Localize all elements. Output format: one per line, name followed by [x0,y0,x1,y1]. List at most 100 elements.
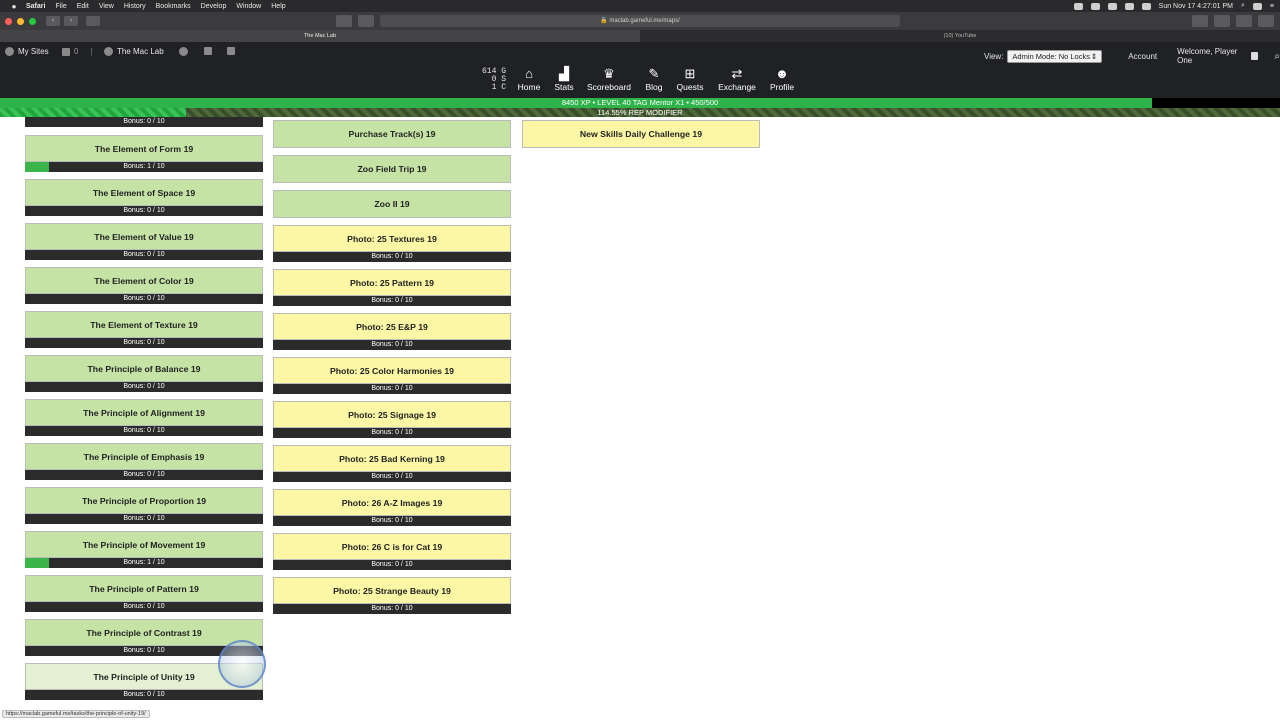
share-icon[interactable] [336,15,352,27]
quest-bonus-bar: Bonus: 0 / 10 [25,338,263,348]
my-sites-link[interactable]: My Sites [5,47,49,56]
copper-count: 1 C [491,83,506,92]
quest-bonus-text: Bonus: 0 / 10 [371,517,413,524]
quest-card[interactable]: The Principle of Balance 19 Bonus: 0 / 10 [25,355,263,392]
welcome-text[interactable]: Welcome, Player One [1177,47,1247,65]
quest-card[interactable]: Zoo II 19 [273,190,511,218]
quest-card[interactable]: Photo: 25 Strange Beauty 19 Bonus: 0 / 10 [273,577,511,614]
site-name-link[interactable]: The Mac Lab [104,47,164,56]
quest-card[interactable]: The Element of Texture 19 Bonus: 0 / 10 [25,311,263,348]
share-icon[interactable] [1236,15,1252,27]
quest-bonus-bar: Bonus: 0 / 10 [25,250,263,260]
close-window-icon[interactable] [5,17,12,25]
quest-title: The Principle of Alignment 19 [25,399,263,426]
status-icon[interactable] [1090,2,1100,10]
quest-card[interactable]: Photo: 25 Signage 19 Bonus: 0 / 10 [273,401,511,438]
quest-bonus-bar: Bonus: 0 / 10 [25,117,263,127]
menu-view[interactable]: View [99,3,114,10]
menu-edit[interactable]: Edit [77,3,89,10]
menu-file[interactable]: File [55,3,66,10]
nav-exchange-label: Exchange [718,82,756,92]
search-icon[interactable]: ⌕ [1274,51,1280,62]
forward-button[interactable]: › [64,16,78,26]
tab-the-mac-lab[interactable]: The Mac Lab [0,30,640,42]
nav-profile[interactable]: ☻ Profile [758,66,806,92]
quest-bonus-bar: Bonus: 0 / 10 [25,382,263,392]
quest-card[interactable]: Photo: 25 E&P 19 Bonus: 0 / 10 [273,313,511,350]
new-tab-icon[interactable] [1258,15,1274,27]
quest-bonus-text: Bonus: 0 / 10 [123,295,165,302]
quest-card[interactable]: Photo: 25 Color Harmonies 19 Bonus: 0 / 1… [273,357,511,394]
quest-title: The Principle of Movement 19 [25,531,263,558]
spotlight-icon[interactable]: ⌕ [1241,2,1245,10]
account-link[interactable]: Account [1128,52,1157,61]
menu-bookmarks[interactable]: Bookmarks [156,3,191,10]
control-center-icon[interactable]: ≡ [1270,3,1274,10]
quest-card[interactable]: The Principle of Alignment 19 Bonus: 0 / … [25,399,263,436]
quest-card[interactable]: Photo: 26 A-Z Images 19 Bonus: 0 / 10 [273,489,511,526]
back-button[interactable]: ‹ [46,16,60,26]
battery-icon[interactable] [1141,2,1151,10]
nav-stats[interactable]: ▟ Stats [540,66,588,92]
quest-card[interactable]: New Skills Daily Challenge 19 [522,120,760,148]
wordpress-icon [5,47,14,56]
quest-card[interactable]: The Principle of Proportion 19 Bonus: 0 /… [25,487,263,524]
nav-scoreboard[interactable]: ♛ Scoreboard [585,66,633,92]
quest-bonus-bar: Bonus: 0 / 10 [273,296,511,306]
zoom-window-icon[interactable] [29,17,36,25]
quest-card[interactable]: Photo: 26 C is for Cat 19 Bonus: 0 / 10 [273,533,511,570]
quest-title: Photo: 25 Color Harmonies 19 [273,357,511,384]
menubar-clock[interactable]: Sun Nov 17 4:27:01 PM [1159,3,1233,10]
quest-title: Photo: 25 Signage 19 [273,401,511,428]
quest-bonus-text: Bonus: 1 / 10 [123,163,165,170]
user-icon[interactable] [1252,2,1262,10]
extension-icon[interactable] [358,15,374,27]
quest-card[interactable]: The Element of Color 19 Bonus: 0 / 10 [25,267,263,304]
quest-bonus-bar: Bonus: 0 / 10 [273,604,511,614]
minimize-window-icon[interactable] [17,17,24,25]
add-new-icon[interactable] [179,47,188,56]
quest-card[interactable]: Purchase Track(s) 19 [273,120,511,148]
quest-card[interactable]: The Principle of Pattern 19 Bonus: 0 / 10 [25,575,263,612]
quest-card[interactable]: Photo: 25 Pattern 19 Bonus: 0 / 10 [273,269,511,306]
quest-card[interactable]: The Principle of Movement 19 Bonus: 1 / 1… [25,531,263,568]
menu-app-name[interactable]: Safari [26,3,45,10]
quest-column-2: Purchase Track(s) 19 Zoo Field Trip 19 Z… [273,120,511,621]
menu-develop[interactable]: Develop [201,3,227,10]
quest-bonus-text: Bonus: 0 / 10 [371,561,413,568]
wifi-icon[interactable] [1107,2,1117,10]
download-icon[interactable] [1214,15,1230,27]
quest-card[interactable]: Photo: 25 Textures 19 Bonus: 0 / 10 [273,225,511,262]
quest-card[interactable]: The Principle of Emphasis 19 Bonus: 0 / 1… [25,443,263,480]
menu-window[interactable]: Window [236,3,261,10]
extension-icon[interactable] [1192,15,1208,27]
quest-card[interactable]: The Element of Space 19 Bonus: 0 / 10 [25,179,263,216]
tab-youtube[interactable]: (10) YouTube [640,30,1280,42]
menu-history[interactable]: History [124,3,146,10]
quest-bonus-text: Bonus: 0 / 10 [123,603,165,610]
quest-card[interactable]: The Element of Form 19 Bonus: 1 / 10 [25,135,263,172]
nav-exchange[interactable]: ⇄ Exchange [713,66,761,92]
click-cursor-indicator [218,640,266,688]
status-icon[interactable] [1073,2,1083,10]
xp-progress-bar: 8450 XP • LEVEL 40 TAG Mentor X1 • 450/5… [0,98,1280,108]
apple-icon[interactable]: ● [8,2,20,11]
quest-title: Photo: 26 A-Z Images 19 [273,489,511,516]
announcement-icon[interactable] [204,47,212,55]
quest-card[interactable]: Photo: 25 Bad Kerning 19 Bonus: 0 / 10 [273,445,511,482]
quest-bonus-bar: Bonus: 0 / 10 [273,428,511,438]
quest-card[interactable]: Zoo Field Trip 19 [273,155,511,183]
view-mode-select[interactable]: Admin Mode: No Locks ⇕ [1007,49,1103,63]
volume-icon[interactable] [1124,2,1134,10]
quest-card[interactable]: The Element of Value 19 Bonus: 0 / 10 [25,223,263,260]
comments-link[interactable]: 0 | [62,47,93,56]
nav-quests[interactable]: ⊞ Quests [666,66,714,92]
menu-help[interactable]: Help [271,3,285,10]
avatar[interactable] [1251,52,1259,60]
trash-icon[interactable] [227,47,235,55]
nav-quests-label: Quests [676,82,704,92]
quest-bonus-text: Bonus: 0 / 10 [123,691,165,698]
address-bar[interactable]: 🔒 maclab.gameful.me/maps/ [380,15,900,27]
sidebar-toggle-icon[interactable] [86,16,100,26]
quest-column-1: Bonus: 0 / 10 The Element of Form 19 Bonu… [25,117,263,707]
